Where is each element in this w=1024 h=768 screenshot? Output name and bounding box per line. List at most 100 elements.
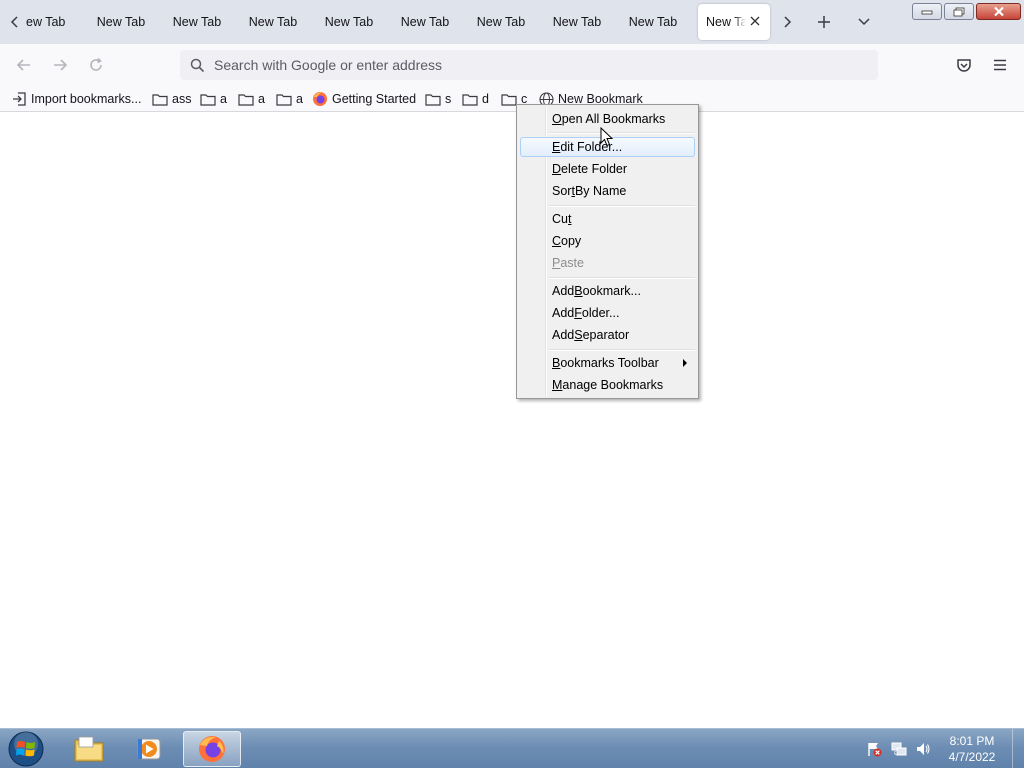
forward-button[interactable] — [46, 51, 74, 79]
new-tab-button[interactable] — [810, 8, 838, 36]
start-button[interactable] — [6, 730, 46, 768]
navigation-toolbar — [0, 44, 1024, 86]
taskbar-clock[interactable]: 8:01 PM 4/7/2022 — [938, 733, 1006, 765]
search-icon — [180, 58, 214, 73]
network-icon[interactable] — [891, 741, 907, 757]
bookmark-folder[interactable]: s — [425, 90, 451, 108]
bookmark-label: a — [258, 92, 265, 106]
menu-item-text: eparator — [582, 328, 630, 342]
tab[interactable]: New Tab — [160, 4, 234, 40]
chevron-down-icon — [858, 18, 870, 26]
bookmark-folder[interactable]: a — [276, 90, 303, 108]
menu-item-accesskey: t — [567, 212, 572, 226]
tab-label: New Tab — [706, 15, 746, 29]
tab-partial[interactable]: ew Tab — [26, 4, 74, 40]
tab-label: New Tab — [248, 15, 298, 29]
menu-item-accesskey: D — [552, 162, 562, 176]
page-content[interactable] — [0, 112, 1024, 728]
address-input[interactable] — [214, 57, 854, 73]
submenu-arrow-icon — [683, 359, 687, 367]
pocket-button[interactable] — [950, 51, 978, 79]
menu-item-sort-by-name[interactable]: Sor t By Name — [520, 181, 695, 201]
taskbar-firefox-button[interactable] — [183, 731, 241, 767]
tab[interactable]: New Tab — [540, 4, 614, 40]
menu-item-bookmarks-toolbar[interactable]: Bookmarks Toolbar — [520, 353, 695, 373]
menu-separator — [549, 132, 695, 134]
scroll-tabs-right-button[interactable] — [776, 8, 798, 36]
bookmark-folder[interactable]: a — [238, 90, 265, 108]
tab[interactable]: New Tab — [236, 4, 310, 40]
bookmark-getting-started[interactable]: Getting Started — [312, 90, 416, 108]
url-bar[interactable] — [180, 50, 878, 80]
minimize-button[interactable] — [912, 3, 942, 20]
menu-item-accesskey: C — [552, 234, 562, 248]
hamburger-menu-icon — [994, 59, 1006, 71]
menu-item-text: Sor — [552, 184, 572, 198]
plus-icon — [818, 16, 830, 28]
bookmarks-toolbar: Import bookmarks... ass a a a Getting St… — [0, 86, 1024, 112]
reload-icon — [90, 57, 102, 71]
windows-start-orb-icon — [8, 731, 44, 767]
bookmark-label: Getting Started — [332, 92, 417, 106]
menu-item-paste: Paste — [520, 253, 695, 273]
action-center-flag-icon[interactable] — [866, 741, 882, 757]
tab-label: New Tab — [476, 15, 526, 29]
bookmark-folder[interactable]: ass — [152, 90, 191, 108]
list-all-tabs-button[interactable] — [850, 8, 878, 36]
tab[interactable]: New Tab — [388, 4, 462, 40]
bookmark-label: s — [445, 92, 452, 106]
menu-item-manage-bookmarks[interactable]: Manage Bookmarks — [520, 375, 695, 395]
tab[interactable]: New Tab — [464, 4, 538, 40]
window-controls — [912, 3, 1021, 20]
bookmark-label: ass — [172, 92, 192, 106]
menu-item-open-all-bookmarks[interactable]: Open All Bookmarks — [520, 109, 695, 129]
menu-item-text: pen All Bookmarks — [561, 112, 666, 126]
app-menu-button[interactable] — [986, 51, 1014, 79]
tab[interactable]: New Tab — [312, 4, 386, 40]
tab-label: New Tab — [96, 15, 146, 29]
forward-arrow-icon — [54, 59, 68, 71]
bookmark-folder[interactable]: d — [462, 90, 489, 108]
tab-strip: ew Tab New Tab New Tab New Tab New Tab N… — [0, 0, 1024, 44]
back-button[interactable] — [10, 51, 38, 79]
scroll-tabs-left-button[interactable] — [4, 8, 26, 36]
folder-icon — [462, 93, 478, 106]
menu-item-add-separator[interactable]: Add Separator — [520, 325, 695, 345]
close-tab-button[interactable] — [748, 14, 762, 28]
reload-button[interactable] — [82, 51, 110, 79]
menu-separator — [549, 277, 695, 279]
menu-item-cut[interactable]: Cu t — [520, 209, 695, 229]
clock-date: 4/7/2022 — [948, 750, 996, 764]
bookmark-label: a — [220, 92, 227, 106]
bookmark-label: Import bookmarks... — [31, 92, 142, 106]
import-icon — [13, 92, 26, 106]
close-icon — [750, 16, 760, 26]
windows-taskbar: 8:01 PM 4/7/2022 — [0, 728, 1024, 768]
taskbar-media-player-button[interactable] — [120, 731, 178, 767]
minimize-icon — [921, 10, 933, 14]
mouse-cursor-icon — [600, 127, 614, 147]
close-window-button[interactable] — [976, 3, 1021, 20]
tab[interactable]: New Tab — [616, 4, 690, 40]
tab-active[interactable]: New Tab — [698, 4, 770, 40]
tab[interactable]: New Tab — [84, 4, 158, 40]
bookmark-label: a — [296, 92, 303, 106]
tab-label: New Tab — [400, 15, 450, 29]
restore-button[interactable] — [944, 3, 974, 20]
menu-item-add-bookmark[interactable]: Add Bookmark... — [520, 281, 695, 301]
tab-label: ew Tab — [26, 15, 66, 29]
show-desktop-button[interactable] — [1012, 729, 1024, 768]
menu-item-add-folder[interactable]: Add Folder... — [520, 303, 695, 323]
menu-item-copy[interactable]: Copy — [520, 231, 695, 251]
volume-icon[interactable] — [915, 741, 931, 757]
bookmark-folder[interactable]: a — [200, 90, 227, 108]
menu-item-text: Add — [552, 328, 575, 342]
menu-item-text: Add — [552, 306, 575, 320]
taskbar-explorer-button[interactable] — [60, 731, 118, 767]
menu-item-text: older... — [581, 306, 620, 320]
tab-label: New Tab — [172, 15, 222, 29]
import-bookmarks-button[interactable]: Import bookmarks... — [12, 90, 141, 108]
menu-separator — [549, 349, 695, 351]
menu-item-delete-folder[interactable]: Delete Folder — [520, 159, 695, 179]
clock-time: 8:01 PM — [949, 734, 995, 748]
